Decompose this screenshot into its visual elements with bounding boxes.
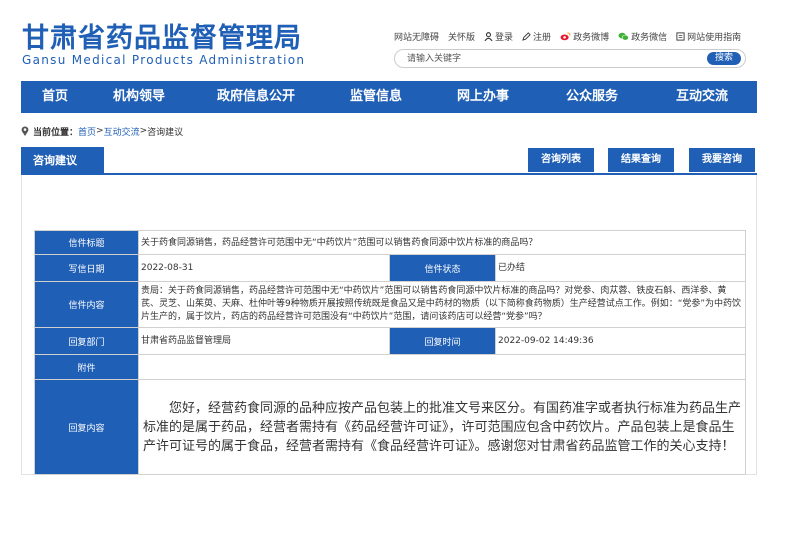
letter-status: 已办结: [494, 254, 747, 282]
wechat-link[interactable]: 政务微信: [618, 30, 667, 43]
title-label: 信件标题: [34, 230, 139, 255]
breadcrumb: 当前位置： 首页 > 互动交流 > 咨询建议: [21, 124, 183, 138]
letter-detail-table: 信件标题 关于药食同源销售，药品经营许可范围中无“中药饮片”范围可以销售药食同源…: [34, 230, 747, 475]
login-link-label: 登录: [495, 32, 514, 43]
table-row: 回复部门 甘肃省药品监督管理局 回复时间 2022-09-02 14:49:36: [34, 327, 747, 355]
attachment-label: 附件: [34, 354, 139, 380]
main-nav: 首页 机构领导 政府信息公开 监管信息 网上办事 公众服务 互动交流: [21, 81, 757, 113]
accessibility-link[interactable]: 网站无障碍: [394, 30, 439, 43]
table-row: 写信日期 2022-08-31 信件状态 已办结: [34, 254, 747, 282]
nav-gov-info[interactable]: 政府信息公开: [189, 81, 323, 113]
care-mode-link[interactable]: 关怀版: [448, 30, 475, 43]
guide-link-label: 网站使用指南: [687, 32, 742, 43]
reply-content-label: 回复内容: [34, 379, 139, 475]
guide-icon: [676, 31, 685, 41]
edit-icon: [522, 31, 531, 41]
reply-content: 您好，经营药食同源的品种应按产品包装上的批准文号来区分。有国药准字或者执行标准为…: [137, 379, 747, 475]
letter-content: 贵局：关于药食同源销售，药品经营许可范围中无“中药饮片”范围可以销售药食同源中饮…: [137, 281, 747, 328]
breadcrumb-home[interactable]: 首页: [78, 125, 96, 138]
status-label: 信件状态: [389, 254, 496, 282]
search-box: 搜索: [394, 49, 746, 68]
site-logo-subtitle: Gansu Medical Products Administration: [22, 53, 306, 67]
nav-regulation[interactable]: 监管信息: [323, 81, 429, 113]
search-input[interactable]: [407, 52, 687, 65]
breadcrumb-sep: >: [139, 126, 148, 136]
table-row: 回复内容 您好，经营药食同源的品种应按产品包装上的批准文号来区分。有国药准字或者…: [34, 379, 747, 475]
submit-consult-button[interactable]: 我要咨询: [689, 148, 755, 172]
user-icon: [484, 31, 493, 41]
reply-dept: 甘肃省药品监督管理局: [138, 327, 390, 355]
nav-online-service[interactable]: 网上办事: [429, 81, 537, 113]
weibo-link[interactable]: 政务微博: [560, 30, 609, 43]
breadcrumb-current: 咨询建议: [147, 127, 184, 138]
result-query-button[interactable]: 结果查询: [608, 148, 674, 172]
nav-leadership[interactable]: 机构领导: [89, 81, 189, 113]
guide-link[interactable]: 网站使用指南: [676, 30, 741, 43]
register-link[interactable]: 注册: [522, 30, 551, 43]
site-header: 甘肃省药品监督管理局 Gansu Medical Products Admini…: [0, 0, 790, 80]
breadcrumb-interaction[interactable]: 互动交流: [104, 125, 140, 138]
content-label: 信件内容: [34, 281, 139, 328]
weibo-icon: [560, 31, 571, 40]
care-mode-link-label: 关怀版: [448, 32, 476, 43]
section-header: 咨询建议 咨询列表 结果查询 我要咨询: [21, 147, 757, 175]
letter-date: 2022-08-31: [138, 254, 390, 282]
breadcrumb-label: 当前位置：: [33, 127, 79, 138]
nav-home[interactable]: 首页: [21, 81, 89, 113]
table-row: 附件: [34, 354, 747, 380]
attachment-value: [137, 354, 747, 380]
wechat-link-label: 政务微信: [631, 32, 668, 43]
section-title: 咨询建议: [21, 147, 104, 175]
top-links: 网站无障碍 关怀版 登录 注册 政务微博 政务微信 网站使用指南: [394, 29, 750, 43]
reply-time-label: 回复时间: [389, 327, 496, 355]
accessibility-link-label: 网站无障碍: [394, 32, 440, 43]
table-row: 信件内容 贵局：关于药食同源销售，药品经营许可范围中无“中药饮片”范围可以销售药…: [34, 281, 747, 328]
letter-title: 关于药食同源销售，药品经营许可范围中无“中药饮片”范围可以销售药食同源中饮片标准…: [137, 230, 747, 255]
register-link-label: 注册: [533, 32, 552, 43]
date-label: 写信日期: [34, 254, 139, 282]
wechat-icon: [618, 32, 629, 40]
nav-public-service[interactable]: 公众服务: [537, 81, 647, 113]
search-button[interactable]: 搜索: [707, 52, 741, 65]
dept-label: 回复部门: [34, 327, 139, 355]
reply-time: 2022-09-02 14:49:36: [494, 327, 747, 355]
table-row: 信件标题 关于药食同源销售，药品经营许可范围中无“中药饮片”范围可以销售药食同源…: [34, 230, 747, 255]
location-pin-icon: [21, 126, 29, 136]
weibo-link-label: 政务微博: [573, 32, 610, 43]
breadcrumb-sep: >: [96, 126, 104, 136]
consult-list-button[interactable]: 咨询列表: [528, 148, 594, 172]
site-logo-title[interactable]: 甘肃省药品监督管理局: [22, 16, 302, 55]
nav-interaction[interactable]: 互动交流: [647, 81, 757, 113]
login-link[interactable]: 登录: [484, 30, 513, 43]
